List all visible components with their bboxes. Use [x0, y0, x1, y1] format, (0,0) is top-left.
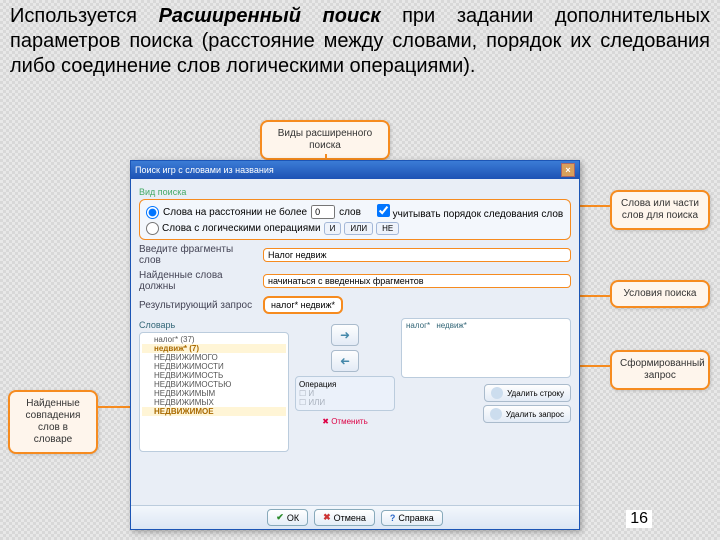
distance-option-row: Слова на расстоянии не более слов учитыв… [146, 204, 564, 220]
middle-column: ➜ ➜ Операция ☐ И ☐ ИЛИ ✖ Отменить [295, 318, 395, 452]
radio-logic-label: Слова с логическими операциями [162, 223, 321, 234]
help-button[interactable]: ?Справка [381, 510, 443, 526]
help-label: Справка [398, 513, 433, 523]
order-checkbox-label: учитывать порядок следования слов [393, 209, 564, 220]
delete-query-button[interactable]: Удалить запрос [483, 405, 571, 423]
dictionary-list[interactable]: налог* (37) недвиж* (7) НЕДВИЖИМОГО НЕДВ… [139, 332, 289, 452]
cancel-link[interactable]: ✖ Отменить [322, 417, 368, 426]
list-item[interactable]: НЕДВИЖИМОСТЬЮ [142, 380, 286, 389]
radio-distance[interactable] [146, 206, 159, 219]
callout-search-words: Слова или части слов для поиска [610, 190, 710, 230]
close-icon[interactable]: × [561, 163, 575, 177]
dialog-title: Поиск игр с словами из названия [135, 165, 274, 175]
diagram-stage: Виды расширенного поиска Найденные совпа… [0, 120, 720, 540]
trash-icon [490, 408, 502, 420]
op-not-button[interactable]: НЕ [376, 222, 399, 235]
op-and-disabled: ☐ И [299, 389, 391, 398]
order-checkbox[interactable] [377, 204, 390, 217]
op-or-disabled: ☐ ИЛИ [299, 398, 391, 407]
dictionary-column: Словарь налог* (37) недвиж* (7) НЕДВИЖИМ… [139, 318, 289, 452]
page-number: 16 [626, 510, 652, 528]
callout-search-conditions: Условия поиска [610, 280, 710, 308]
query-terms-box: налог* недвиж* [401, 318, 571, 378]
desc-b: Расширенный поиск [159, 5, 381, 27]
x-icon: ✖ [323, 512, 331, 523]
delete-query-label: Удалить запрос [506, 410, 564, 419]
desc-a: Используется [10, 5, 137, 27]
ok-label: ОК [287, 513, 299, 523]
arrow-left-icon: ➜ [340, 354, 350, 368]
operation-box: Операция ☐ И ☐ ИЛИ [295, 376, 395, 411]
titlebar: Поиск игр с словами из названия × [131, 161, 579, 179]
radio-distance-label: Слова на расстоянии не более [163, 207, 307, 218]
list-item[interactable]: НЕДВИЖИМОСТЬ [142, 371, 286, 380]
result-query-row: Результирующий запрос налог* недвиж* [139, 296, 571, 314]
operation-header: Операция [299, 380, 391, 389]
remove-word-button[interactable]: ➜ [331, 350, 359, 372]
trash-icon [491, 387, 503, 399]
order-checkbox-wrap: учитывать порядок следования слов [377, 204, 563, 220]
arrow-right-icon: ➜ [340, 328, 350, 342]
description-text: Используется Расширенный поиск при задан… [0, 0, 720, 87]
callout-formed-query: Сформированный запрос [610, 350, 710, 390]
found-words-row: Найденные слова должны начинаться с введ… [139, 270, 571, 292]
list-item[interactable]: недвиж* (7) [142, 344, 286, 353]
fragments-label: Введите фрагменты слов [139, 244, 257, 266]
callout-dictionary-matches: Найденные совпадения слов в словаре [8, 390, 98, 454]
list-item[interactable]: НЕДВИЖИМЫМ [142, 389, 286, 398]
op-and-button[interactable]: И [324, 222, 342, 235]
list-item[interactable]: НЕДВИЖИМОСТИ [142, 362, 286, 371]
add-word-button[interactable]: ➜ [331, 324, 359, 346]
found-words-select[interactable]: начинаться с введенных фрагментов [263, 274, 571, 288]
list-item[interactable]: НЕДВИЖИМОГО [142, 353, 286, 362]
logic-option-row: Слова с логическими операциями И ИЛИ НЕ [146, 222, 564, 235]
lower-panel: Словарь налог* (37) недвиж* (7) НЕДВИЖИМ… [139, 318, 571, 452]
question-icon: ? [390, 513, 396, 523]
distance-input[interactable] [311, 205, 335, 219]
fragments-input[interactable]: Налог недвиж [263, 248, 571, 262]
list-item[interactable]: налог* (37) [142, 335, 286, 344]
fragments-row: Введите фрагменты слов Налог недвиж [139, 244, 571, 266]
list-item[interactable]: НЕДВИЖИМЫХ [142, 398, 286, 407]
ok-button[interactable]: ✔ОК [267, 509, 308, 526]
radio-logic[interactable] [146, 222, 159, 235]
check-icon: ✔ [276, 512, 284, 523]
found-words-label: Найденные слова должны [139, 270, 257, 292]
delete-buttons: Удалить строку Удалить запрос [401, 384, 571, 423]
search-dialog: Поиск игр с словами из названия × Вид по… [130, 160, 580, 530]
search-type-label: Вид поиска [139, 187, 571, 197]
result-query-value: налог* недвиж* [263, 296, 343, 314]
delete-row-button[interactable]: Удалить строку [484, 384, 571, 402]
dialog-body: Вид поиска Слова на расстоянии не более … [131, 179, 579, 458]
cancel-label: Отмена [334, 513, 366, 523]
dictionary-header: Словарь [139, 320, 289, 330]
list-item[interactable]: НЕДВИЖИМОЕ [142, 407, 286, 416]
distance-unit: слов [339, 207, 361, 218]
result-query-label: Результирующий запрос [139, 300, 257, 311]
query-column: налог* недвиж* Удалить строку Удалить за… [401, 318, 571, 452]
cancel-button[interactable]: ✖Отмена [314, 509, 375, 526]
dialog-footer: ✔ОК ✖Отмена ?Справка [131, 505, 579, 529]
search-type-group: Слова на расстоянии не более слов учитыв… [139, 199, 571, 240]
op-or-button[interactable]: ИЛИ [344, 222, 373, 235]
query-tag[interactable]: недвиж* [434, 321, 469, 330]
query-tag[interactable]: налог* [404, 321, 432, 330]
delete-row-label: Удалить строку [507, 389, 564, 398]
